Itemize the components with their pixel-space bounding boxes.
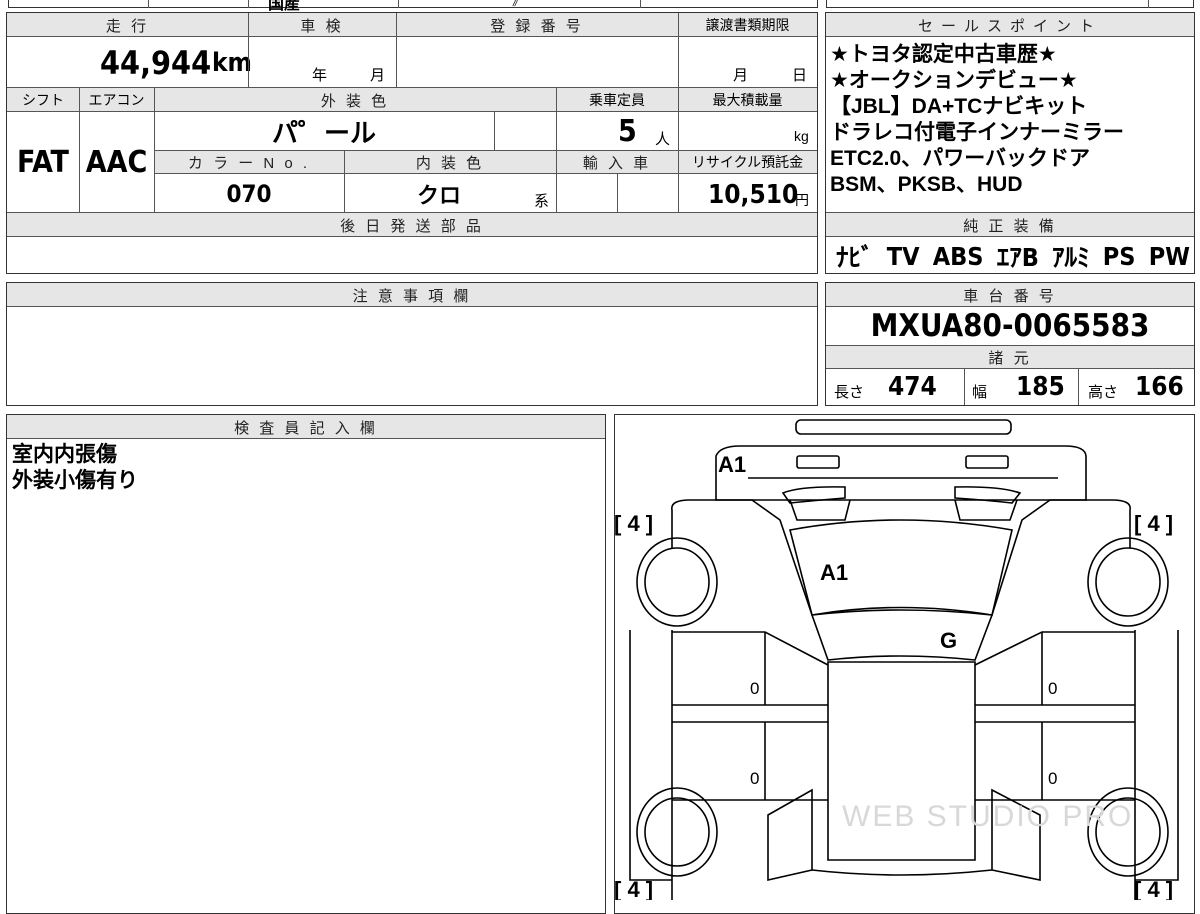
damage-mark-roof: G bbox=[940, 628, 957, 653]
damage-mark-windshield: A1 bbox=[820, 560, 848, 585]
panel-mark-left-rear-door: 0 bbox=[750, 769, 759, 788]
car-damage-diagram: [ 4 ] [ 4 ] [ 4 ] [ 4 ] A1 A1 G 0 0 0 0 … bbox=[614, 419, 1179, 900]
panel-mark-left-front-door: 0 bbox=[750, 679, 759, 698]
tire-mark-rear-right: [ 4 ] bbox=[1134, 877, 1173, 900]
panel-mark-right-rear-door: 0 bbox=[1048, 769, 1057, 788]
tire-mark-rear-left: [ 4 ] bbox=[614, 877, 653, 900]
tire-mark-front-right: [ 4 ] bbox=[1134, 511, 1173, 536]
panel-mark-right-front-door: 0 bbox=[1048, 679, 1057, 698]
watermark: WEB STUDIO PRO bbox=[842, 800, 1133, 833]
damage-mark-hood: A1 bbox=[718, 452, 746, 477]
tire-mark-front-left: [ 4 ] bbox=[614, 511, 653, 536]
